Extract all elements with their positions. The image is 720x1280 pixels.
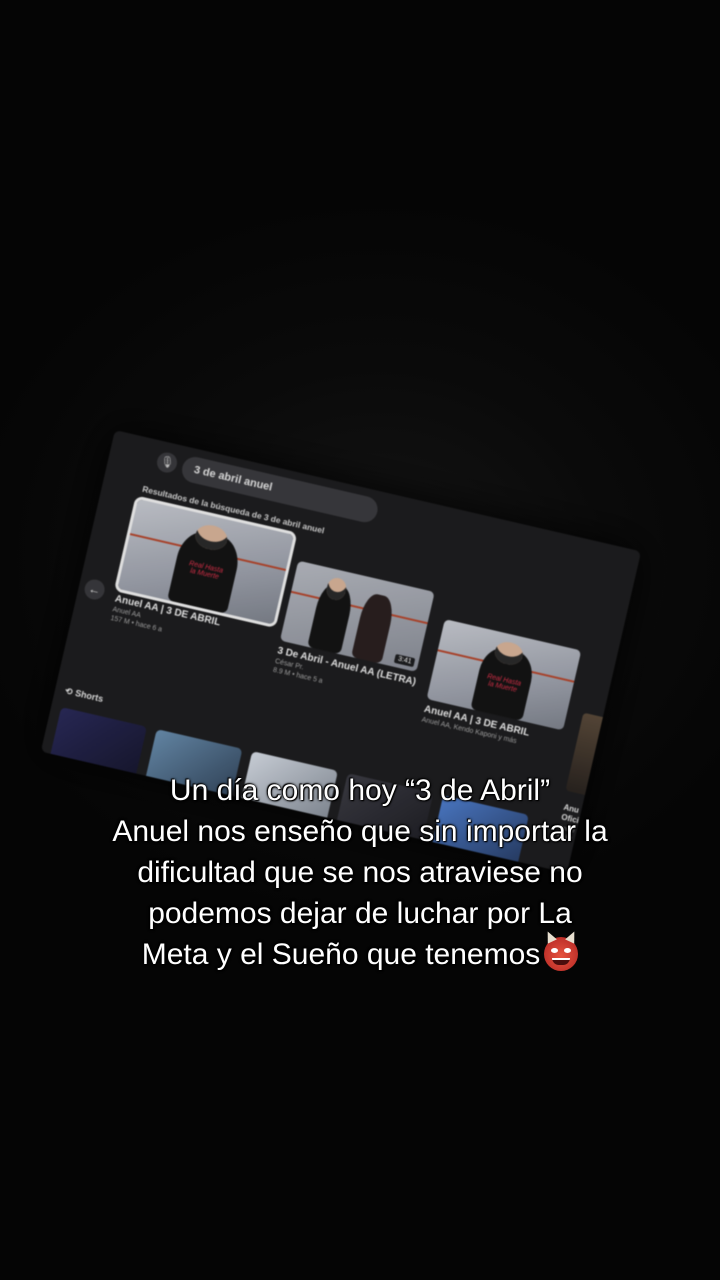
caption-line: Anuel nos enseño que sin importar la xyxy=(112,815,608,848)
caption-line: podemos dejar de luchar por La xyxy=(148,897,572,930)
duration-badge: 3:41 xyxy=(394,653,416,668)
video-card[interactable]: Real Hasta la Muerte Anuel AA | 3 DE ABR… xyxy=(421,619,582,755)
video-card[interactable]: 3:41 3 De Abril - Anuel AA (LETRA) César… xyxy=(272,560,435,706)
microphone-icon[interactable]: 🎙 xyxy=(155,450,180,475)
shorts-icon: ⟲ xyxy=(64,685,74,698)
devil-face-icon xyxy=(544,937,579,971)
caption-line: dificultad que se nos atraviese no xyxy=(137,856,583,889)
back-arrow-icon[interactable]: ← xyxy=(82,577,107,602)
shorts-section-heading: ⟲Shorts xyxy=(64,685,105,705)
caption-line-last: Meta y el Sueño que tenemos xyxy=(40,934,680,975)
caption-overlay: Un día como hoy “3 de Abril” Anuel nos e… xyxy=(40,770,680,975)
caption-line: Un día como hoy “3 de Abril” xyxy=(169,774,551,807)
video-card[interactable]: Real Hasta la Muerte Anuel AA | 3 DE ABR… xyxy=(110,498,294,658)
